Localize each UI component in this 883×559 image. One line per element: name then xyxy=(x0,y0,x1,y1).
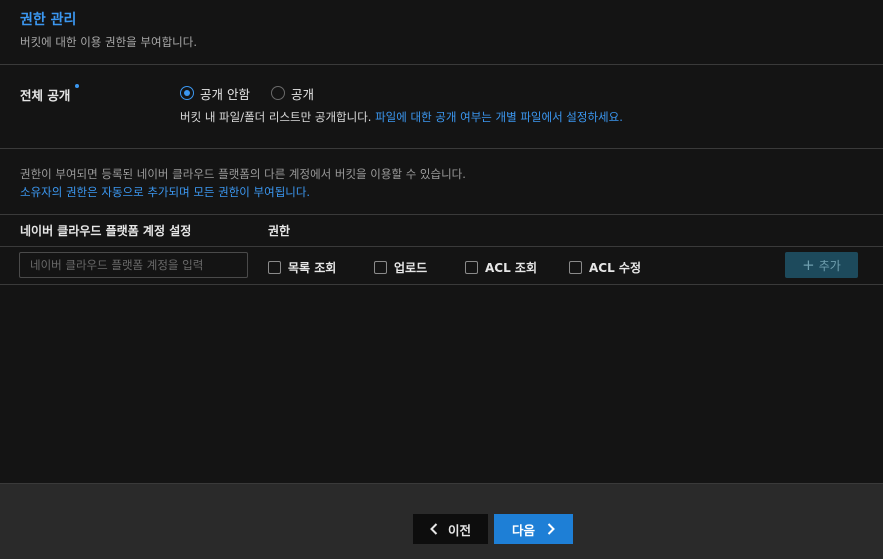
next-button[interactable]: 다음 xyxy=(494,514,573,544)
radio-selected-icon[interactable] xyxy=(180,86,194,100)
table-header: 네이버 클라우드 플랫폼 계정 설정 권한 xyxy=(0,215,883,247)
checkbox-upload-label: 업로드 xyxy=(394,260,428,275)
checkbox-box-icon[interactable] xyxy=(465,260,478,274)
checkbox-upload[interactable]: 업로드 xyxy=(374,260,428,275)
radio-private[interactable]: 공개 안함 xyxy=(180,86,250,102)
footer-bar: 이전 다음 xyxy=(0,483,883,559)
checkbox-acl-write-label: ACL 수정 xyxy=(589,260,641,275)
checkbox-list-read[interactable]: 목록 조회 xyxy=(268,260,337,275)
checkbox-box-icon[interactable] xyxy=(268,260,281,274)
checkbox-box-icon[interactable] xyxy=(374,260,387,274)
chevron-left-icon xyxy=(430,523,438,535)
section-header: 권한 관리 버킷에 대한 이용 권한을 부여합니다. xyxy=(0,0,883,65)
account-input[interactable] xyxy=(19,252,248,278)
required-indicator-icon xyxy=(75,84,79,88)
checkbox-acl-read[interactable]: ACL 조회 xyxy=(465,260,537,275)
next-button-label: 다음 xyxy=(511,522,535,538)
note-text: 버킷 내 파일/폴더 리스트만 공개합니다. xyxy=(180,110,372,124)
radio-public-label: 공개 xyxy=(291,86,315,102)
public-access-note: 버킷 내 파일/폴더 리스트만 공개합니다. 파일에 대한 공개 여부는 개별 … xyxy=(180,109,623,125)
add-button[interactable]: + 추가 xyxy=(785,252,858,278)
checkbox-acl-read-label: ACL 조회 xyxy=(485,260,537,275)
prev-button[interactable]: 이전 xyxy=(413,514,488,544)
section-title: 권한 관리 xyxy=(20,12,77,28)
checkbox-list-read-label: 목록 조회 xyxy=(288,260,337,275)
permission-info: 권한이 부여되면 등록된 네이버 클라우드 플랫폼의 다른 계정에서 버킷을 이… xyxy=(0,149,883,215)
radio-private-label: 공개 안함 xyxy=(200,86,250,102)
chevron-right-icon xyxy=(547,523,555,535)
info-line-1: 권한이 부여되면 등록된 네이버 클라우드 플랫폼의 다른 계정에서 버킷을 이… xyxy=(20,167,466,181)
add-button-label: 추가 xyxy=(818,258,841,273)
column-header-permission: 권한 xyxy=(268,224,291,238)
plus-icon: + xyxy=(802,255,815,274)
public-access-row: 전체 공개 공개 안함 공개 버킷 내 파일/폴더 리스트만 공개합니다. 파일… xyxy=(0,65,883,149)
public-access-label: 전체 공개 xyxy=(20,88,71,103)
prev-button-label: 이전 xyxy=(447,522,471,538)
section-description: 버킷에 대한 이용 권한을 부여합니다. xyxy=(20,35,197,49)
table-row: 목록 조회 업로드 ACL 조회 ACL 수정 + 추가 xyxy=(0,247,883,285)
radio-public[interactable]: 공개 xyxy=(271,86,315,102)
info-line-2: 소유자의 권한은 자동으로 추가되며 모든 권한이 부여됩니다. xyxy=(20,185,311,199)
checkbox-acl-write[interactable]: ACL 수정 xyxy=(569,260,641,275)
checkbox-box-icon[interactable] xyxy=(569,260,582,274)
radio-unselected-icon[interactable] xyxy=(271,86,285,100)
column-header-account: 네이버 클라우드 플랫폼 계정 설정 xyxy=(20,224,192,238)
note-highlight: 파일에 대한 공개 여부는 개별 파일에서 설정하세요. xyxy=(375,110,623,124)
